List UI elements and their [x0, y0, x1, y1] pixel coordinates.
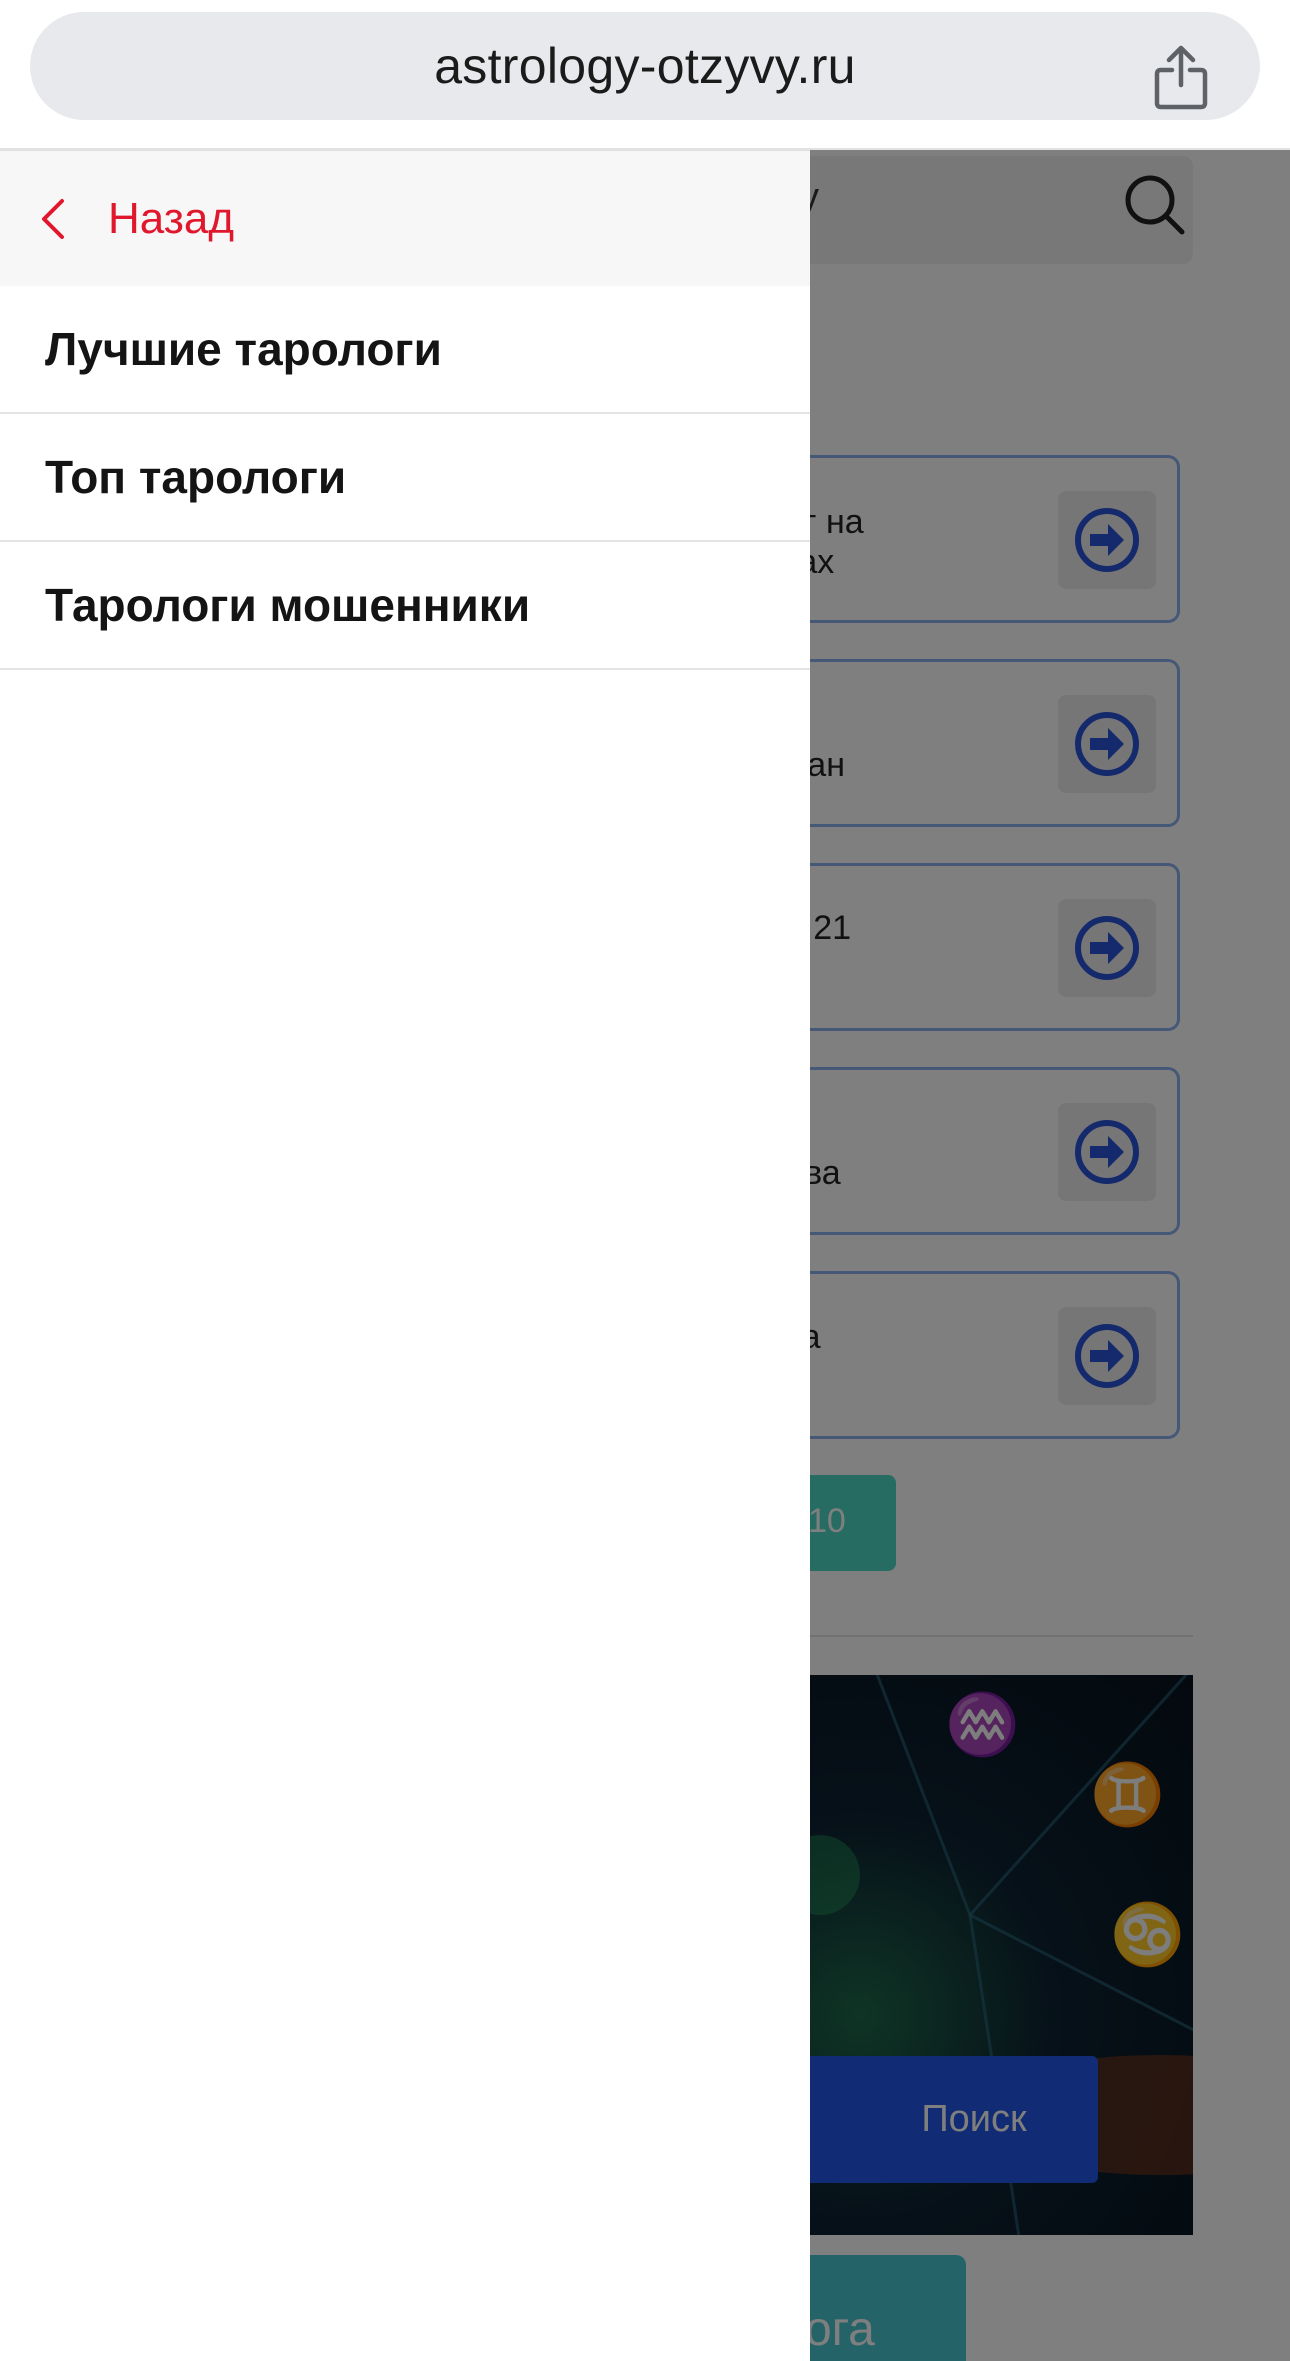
menu-item-label: Тарологи мошенники	[45, 579, 531, 631]
menu-item-top-tarologists[interactable]: Топ тарологи	[0, 414, 810, 542]
side-menu-drawer: Назад Лучшие тарологи Топ тарологи Тарол…	[0, 150, 810, 2361]
back-button[interactable]: Назад	[40, 181, 234, 257]
back-label: Назад	[108, 194, 235, 243]
menu-item-label: Топ тарологи	[45, 451, 347, 503]
browser-toolbar: astrology-otzyvy.ru	[0, 0, 1290, 150]
share-button[interactable]	[1142, 39, 1220, 117]
chevron-left-icon	[42, 199, 64, 239]
share-icon	[1154, 45, 1208, 110]
url-text: astrology-otzyvy.ru	[434, 38, 856, 94]
drawer-header: Назад	[0, 151, 810, 286]
address-bar[interactable]: astrology-otzyvy.ru	[30, 12, 1260, 120]
menu-item-best-tarologists[interactable]: Лучшие тарологи	[0, 286, 810, 414]
menu-item-label: Лучшие тарологи	[45, 323, 442, 375]
menu-item-scam-tarologists[interactable]: Тарологи мошенники	[0, 542, 810, 670]
